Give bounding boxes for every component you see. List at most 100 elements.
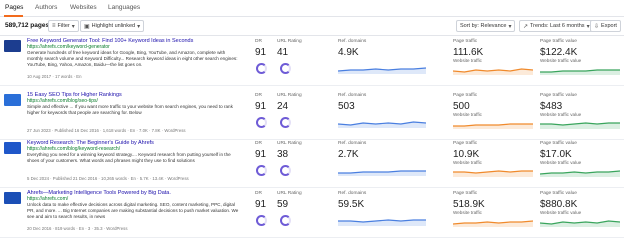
page-description: Generate hundreds of free keyword ideas … — [27, 50, 238, 67]
traffic-value-value: $483 — [540, 101, 563, 112]
traffic-value-value: $880.8K — [540, 199, 578, 210]
traffic-value-header: Page traffic value — [540, 141, 577, 146]
traffic-value-value: $17.0K — [540, 149, 572, 160]
page-traffic-sparkline — [453, 220, 533, 227]
trends-dropdown[interactable]: ↗ Trends: Last 6 months ▾ — [519, 20, 594, 32]
export-button[interactable]: ⇩ Export — [590, 20, 621, 32]
page-traffic-header: Page traffic — [453, 191, 478, 196]
url-rating-value: 59 — [277, 199, 289, 210]
page-thumbnail-image — [4, 94, 21, 106]
dr-header: DR — [255, 141, 262, 146]
highlight-icon: ▣ — [84, 23, 90, 30]
sort-dropdown[interactable]: Sort by: Relevance ▾ — [456, 20, 516, 32]
dr-value: 91 — [255, 149, 267, 160]
results-count: 589,712 pages — [5, 22, 50, 29]
dr-value: 91 — [255, 47, 267, 58]
url-rating-ring — [280, 117, 291, 128]
highlight-unlinked-button[interactable]: ▣ Highlight unlinked ▾ — [80, 20, 145, 32]
dr-ring — [256, 117, 267, 128]
tab-bar: Pages Authors Websites Languages — [0, 0, 624, 17]
url-rating-ring — [280, 215, 291, 226]
page-meta: 27 Jun 2023 · Published 16 Dec 2016 · 1,… — [27, 128, 186, 133]
ref-domains-sparkline — [338, 121, 426, 128]
page-traffic-value: 518.9K — [453, 199, 485, 210]
filter-button-label: Filter — [57, 23, 70, 29]
url-rating-value: 24 — [277, 101, 289, 112]
url-rating-header: URL Rating — [277, 191, 302, 196]
traffic-value-sparkline — [540, 122, 620, 129]
dr-value: 91 — [255, 101, 267, 112]
trends-dropdown-label: Trends: Last 6 months — [530, 23, 585, 29]
traffic-value-header: Page traffic value — [540, 39, 577, 44]
chevron-down-icon: ▾ — [508, 23, 512, 30]
page-meta: 20 Dec 2016 · 819 words · En · 3 · 35.3 … — [27, 226, 128, 231]
ref-domains-header: Ref. domains — [338, 93, 367, 98]
page-traffic-sparkline — [453, 170, 533, 177]
page-thumbnail[interactable] — [4, 192, 21, 204]
traffic-value-sparkline — [540, 220, 620, 227]
ref-domains-sparkline — [338, 67, 426, 74]
ref-domains-sparkline — [338, 219, 426, 226]
page-traffic-header: Page traffic — [453, 141, 478, 146]
page-traffic-sparkline — [453, 123, 533, 129]
result-row: 15 Easy SEO Tips for Higher Rankings http… — [0, 90, 624, 140]
page-thumbnail-image — [4, 192, 21, 204]
page-traffic-header: Page traffic — [453, 39, 478, 44]
tab-languages[interactable]: Languages — [108, 4, 140, 11]
export-icon: ⇩ — [594, 23, 600, 30]
url-rating-header: URL Rating — [277, 141, 302, 146]
ref-domains-header: Ref. domains — [338, 39, 367, 44]
page-description: Simple and effective ... If you want mor… — [27, 104, 233, 115]
ref-domains-sparkline — [338, 170, 426, 176]
traffic-value-header: Page traffic value — [540, 93, 577, 98]
result-row: Ahrefs—Marketing Intelligence Tools Powe… — [0, 188, 624, 238]
dr-value: 91 — [255, 199, 267, 210]
url-rating-header: URL Rating — [277, 93, 302, 98]
export-button-label: Export — [601, 23, 617, 29]
page-thumbnail[interactable] — [4, 94, 21, 106]
page-traffic-value: 111.6K — [453, 47, 484, 58]
sort-dropdown-label: Sort by: Relevance — [460, 23, 507, 29]
ref-domains-header: Ref. domains — [338, 141, 367, 146]
dr-ring — [256, 215, 267, 226]
page-description: Unlock data to make effective decisions … — [27, 202, 239, 219]
trend-icon: ↗ — [523, 23, 529, 30]
filter-button[interactable]: ≡ Filter ▾ — [48, 20, 79, 32]
url-rating-value: 38 — [277, 149, 289, 160]
page-thumbnail-image — [4, 40, 21, 52]
ref-domains-header: Ref. domains — [338, 191, 367, 196]
highlight-button-label: Highlight unlinked — [91, 23, 136, 29]
page-meta: 10 Aug 2017 · 17 words · En — [27, 74, 82, 79]
chevron-down-icon: ▾ — [137, 23, 141, 30]
page-traffic-header: Page traffic — [453, 93, 478, 98]
page-thumbnail-image — [4, 142, 21, 154]
traffic-value-header: Page traffic value — [540, 191, 577, 196]
tab-authors[interactable]: Authors — [35, 4, 57, 11]
ref-domains-value: 59.5K — [338, 199, 365, 210]
results-toolbar: 589,712 pages ≡ Filter ▾ ▣ Highlight unl… — [0, 18, 624, 34]
result-row: Free Keyword Generator Tool: Find 100+ K… — [0, 36, 624, 86]
page-traffic-value: 10.9K — [453, 149, 480, 160]
url-rating-ring — [280, 63, 291, 74]
page-traffic-sparkline — [453, 68, 533, 75]
page-meta: 5 Dec 2024 · Published 21 Dec 2016 · 10,… — [27, 176, 189, 181]
page-thumbnail[interactable] — [4, 40, 21, 52]
result-row: Keyword Research: The Beginner's Guide b… — [0, 138, 624, 188]
dr-header: DR — [255, 93, 262, 98]
tab-websites[interactable]: Websites — [70, 4, 97, 11]
active-tab-indicator — [4, 15, 23, 17]
page-description: Everything you need for a winning keywor… — [27, 152, 231, 163]
traffic-value-sparkline — [540, 170, 620, 177]
dr-ring — [256, 165, 267, 176]
page-thumbnail[interactable] — [4, 142, 21, 154]
url-rating-ring — [280, 165, 291, 176]
chevron-down-icon: ▾ — [71, 23, 75, 30]
dr-header: DR — [255, 191, 262, 196]
ref-domains-value: 503 — [338, 101, 355, 112]
tab-pages[interactable]: Pages — [5, 4, 23, 11]
page-traffic-value: 500 — [453, 101, 470, 112]
ref-domains-value: 2.7K — [338, 149, 359, 160]
filter-icon: ≡ — [52, 23, 56, 29]
url-rating-value: 41 — [277, 47, 289, 58]
traffic-value-sparkline — [540, 69, 620, 75]
